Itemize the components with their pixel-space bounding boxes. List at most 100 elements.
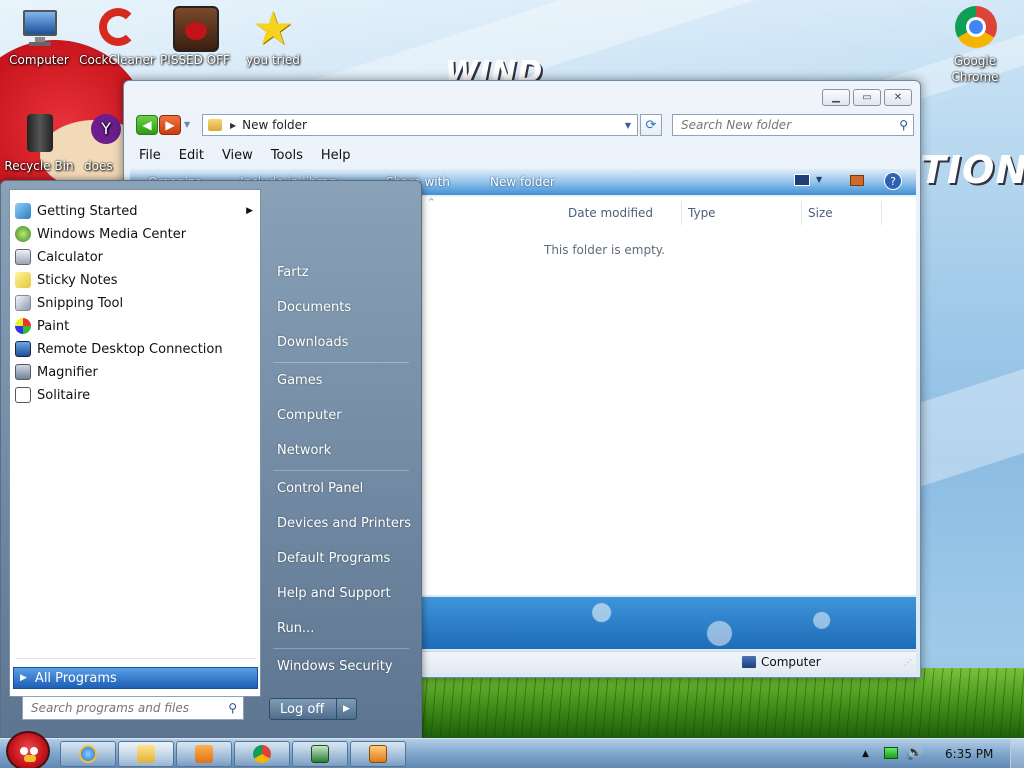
start-search-input[interactable] <box>31 701 216 715</box>
forward-button[interactable]: ▶ <box>159 115 181 135</box>
folder-icon <box>208 119 222 131</box>
desktop-icon-google-chrome[interactable]: Google Chrome <box>936 6 1014 85</box>
computer-icon <box>15 6 63 50</box>
back-button[interactable]: ◀ <box>136 115 158 135</box>
show-desktop-button[interactable] <box>1010 739 1024 768</box>
solitaire-icon <box>15 387 31 403</box>
desktop-icon-you-tried[interactable]: ★ you tried <box>234 5 312 67</box>
start-button[interactable] <box>6 731 50 768</box>
recycle-bin-icon <box>15 112 63 156</box>
search-icon[interactable]: ⚲ <box>228 701 237 715</box>
resize-grip-icon[interactable]: ⋰ <box>904 658 912 667</box>
start-item-solitaire[interactable]: Solitaire <box>13 384 259 406</box>
close-button[interactable]: ✕ <box>884 89 912 106</box>
desktop-icon-pissed-off[interactable]: PISSED OFF <box>156 6 234 67</box>
volume-tray-icon[interactable]: 🔊 <box>906 745 923 761</box>
clock[interactable]: 6:35 PM <box>945 747 993 761</box>
start-menu-programs-pane: Getting Started ▶ Windows Media Center C… <box>9 189 261 697</box>
internet-explorer-icon <box>79 745 97 763</box>
start-right-run[interactable]: Run... <box>277 617 314 639</box>
start-item-paint[interactable]: Paint <box>13 315 259 337</box>
start-item-sticky-notes[interactable]: Sticky Notes <box>13 269 259 291</box>
column-header-size[interactable]: Size <box>802 201 882 225</box>
desktop-icon-computer[interactable]: Computer <box>0 6 78 67</box>
taskbar-media-player[interactable] <box>176 741 232 767</box>
start-item-magnifier[interactable]: Magnifier <box>13 361 259 383</box>
explorer-search-input[interactable] <box>681 118 881 132</box>
taskbar-windows-explorer[interactable] <box>118 741 174 767</box>
start-right-downloads[interactable]: Downloads <box>277 331 348 353</box>
desktop-icon-ccleaner[interactable]: CockCleaner <box>78 6 156 67</box>
start-right-documents[interactable]: Documents <box>277 296 351 318</box>
breadcrumb-arrow-icon[interactable]: ▶ <box>230 121 236 130</box>
all-programs-button[interactable]: ▶ All Programs <box>13 667 258 689</box>
desktop-icon-recycle-bin[interactable]: Recycle Bin <box>0 112 78 173</box>
log-off-button[interactable]: Log off ▶ <box>269 698 357 720</box>
media-center-icon <box>15 226 31 242</box>
menu-bar: File Edit View Tools Help <box>130 143 914 167</box>
media-player-icon <box>195 745 213 763</box>
status-location: Computer <box>742 655 821 669</box>
start-right-help-and-support[interactable]: Help and Support <box>277 582 391 604</box>
minimize-button[interactable]: ▁ <box>822 89 850 106</box>
taskbar-internet-explorer[interactable] <box>60 741 116 767</box>
taskbar-flash[interactable] <box>350 741 406 767</box>
help-icon[interactable]: ? <box>884 172 902 190</box>
paint-icon <box>15 318 31 334</box>
menu-view[interactable]: View <box>213 148 262 163</box>
start-item-snipping-tool[interactable]: Snipping Tool <box>13 292 259 314</box>
magnifier-icon <box>15 364 31 380</box>
back-arrow-icon: ◀ <box>142 118 152 132</box>
flash-icon <box>369 745 387 763</box>
show-hidden-icons-arrow[interactable]: ▲ <box>862 749 869 759</box>
task-manager-icon <box>311 745 329 763</box>
menu-file[interactable]: File <box>130 148 170 163</box>
start-item-windows-media-center[interactable]: Windows Media Center <box>13 223 259 245</box>
address-bar[interactable]: ▶ New folder ▼ <box>202 114 638 136</box>
start-item-calculator[interactable]: Calculator <box>13 246 259 268</box>
ccleaner-icon <box>93 6 141 50</box>
recent-pages-dropdown[interactable]: ▼ <box>184 120 190 129</box>
view-dropdown-icon[interactable]: ▼ <box>816 175 822 184</box>
expand-arrow-icon: ▶ <box>20 673 27 683</box>
start-right-default-programs[interactable]: Default Programs <box>277 547 390 569</box>
refresh-button[interactable]: ⟳ <box>640 114 662 136</box>
yahoo-icon: Y <box>87 112 121 156</box>
explorer-search-box[interactable]: ⚲ <box>672 114 914 136</box>
start-right-computer[interactable]: Computer <box>277 404 342 426</box>
preview-pane-icon[interactable] <box>850 175 864 186</box>
menu-tools[interactable]: Tools <box>262 148 312 163</box>
start-right-network[interactable]: Network <box>277 439 331 461</box>
start-right-user-folder[interactable]: Fartz <box>277 261 309 283</box>
start-right-control-panel[interactable]: Control Panel <box>277 477 363 499</box>
start-right-devices-and-printers[interactable]: Devices and Printers <box>277 512 411 534</box>
maximize-icon: ▭ <box>862 92 872 103</box>
taskbar-task-manager[interactable] <box>292 741 348 767</box>
column-header-date-modified[interactable]: Date modified <box>562 201 682 225</box>
change-view-icon[interactable] <box>794 174 810 186</box>
close-icon: ✕ <box>893 92 903 103</box>
breadcrumb-current[interactable]: New folder <box>242 118 307 132</box>
column-header-type[interactable]: Type <box>682 201 802 225</box>
new-folder-button[interactable]: New folder <box>490 175 555 189</box>
wallpaper-text-right: TION <box>920 148 1024 192</box>
taskbar-chrome[interactable] <box>234 741 290 767</box>
address-dropdown-icon[interactable]: ▼ <box>625 121 631 130</box>
network-tray-icon[interactable] <box>884 747 898 759</box>
start-right-windows-security[interactable]: Windows Security <box>277 655 393 677</box>
computer-icon <box>742 656 756 668</box>
remote-desktop-icon <box>15 341 31 357</box>
start-right-games[interactable]: Games <box>277 369 322 391</box>
maximize-button[interactable]: ▭ <box>853 89 881 106</box>
desktop-icon-does[interactable]: Y does <box>84 112 124 173</box>
menu-help[interactable]: Help <box>312 148 360 163</box>
sticky-notes-icon <box>15 272 31 288</box>
shutdown-options-arrow-icon[interactable]: ▶ <box>336 699 356 719</box>
search-icon[interactable]: ⚲ <box>899 118 908 132</box>
start-item-remote-desktop-connection[interactable]: Remote Desktop Connection <box>13 338 259 360</box>
menu-edit[interactable]: Edit <box>170 148 213 163</box>
forward-arrow-icon: ▶ <box>165 118 175 132</box>
empty-folder-message: This folder is empty. <box>544 243 665 257</box>
start-item-getting-started[interactable]: Getting Started ▶ <box>13 200 259 222</box>
start-search-box[interactable]: ⚲ <box>22 696 244 720</box>
